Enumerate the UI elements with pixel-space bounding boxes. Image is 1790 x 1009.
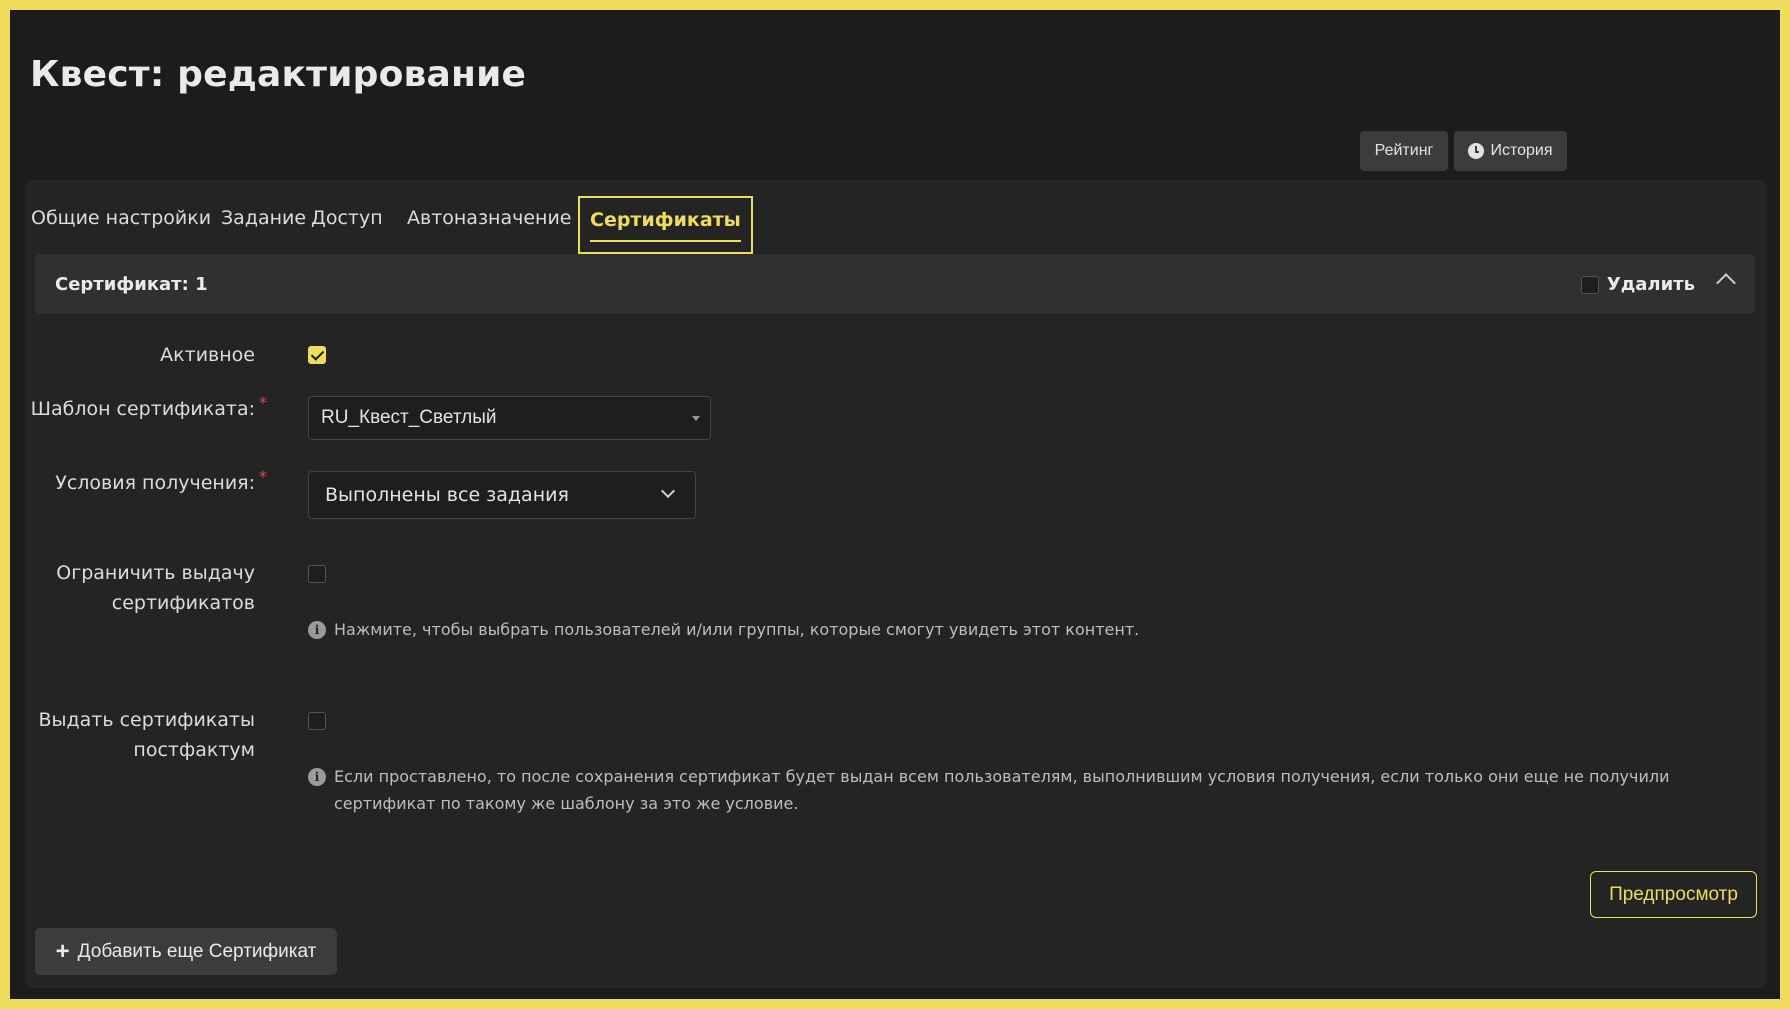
info-icon: i: [308, 768, 326, 786]
limit-label-line2: сертификатов: [111, 592, 255, 614]
limit-label-line1: Ограничить выдачу: [56, 562, 255, 584]
delete-label: Удалить: [1606, 274, 1695, 295]
add-certificate-label: Добавить еще Сертификат: [77, 940, 317, 962]
template-label: Шаблон сертификата: *: [30, 393, 267, 424]
delete-checkbox[interactable]: [1580, 275, 1599, 294]
conditions-label: Условия получения: *: [55, 467, 267, 498]
template-select-value: RU_Квест_Светлый: [321, 407, 497, 428]
certificate-header[interactable]: Сертификат: 1 Удалить: [35, 254, 1755, 314]
postfact-label-line1: Выдать сертификаты: [38, 709, 255, 731]
postfact-hint-text: Если проставлено, то после сохранения се…: [334, 767, 1670, 813]
tab-access[interactable]: Доступ: [311, 196, 383, 254]
tab-autoassign[interactable]: Автоназначение: [407, 196, 572, 254]
conditions-select[interactable]: Выполнены все задания: [308, 471, 696, 519]
limit-hint[interactable]: i Нажмите, чтобы выбрать пользователей и…: [308, 616, 1708, 643]
conditions-label-text: Условия получения:: [55, 472, 255, 494]
chevron-down-icon: [660, 483, 676, 499]
tab-certificates-label: Сертификаты: [590, 209, 741, 231]
limit-hint-text: Нажмите, чтобы выбрать пользователей и/и…: [334, 620, 1140, 639]
add-certificate-button[interactable]: + Добавить еще Сертификат: [35, 928, 337, 975]
preview-button-label: Предпросмотр: [1609, 883, 1738, 905]
certificate-title: Сертификат: 1: [55, 274, 208, 295]
limit-label: Ограничить выдачу сертификатов: [56, 558, 255, 618]
active-checkbox[interactable]: [308, 346, 326, 364]
postfact-checkbox[interactable]: [308, 712, 326, 730]
conditions-select-value: Выполнены все задания: [325, 484, 569, 506]
limit-checkbox[interactable]: [308, 565, 326, 583]
rating-button[interactable]: Рейтинг: [1360, 131, 1448, 171]
preview-button[interactable]: Предпросмотр: [1590, 871, 1757, 918]
page-title: Квест: редактирование: [30, 54, 527, 95]
postfact-hint: i Если проставлено, то после сохранения …: [308, 763, 1738, 817]
active-label: Активное: [160, 344, 255, 366]
history-button[interactable]: История: [1454, 131, 1567, 171]
settings-panel: Общие настройки Задание Доступ Автоназна…: [25, 180, 1767, 988]
postfact-label-line2: постфактум: [133, 739, 255, 761]
clock-icon: [1468, 143, 1485, 159]
tab-active-underline: [590, 240, 741, 242]
tab-general[interactable]: Общие настройки: [31, 196, 211, 254]
tab-certificates[interactable]: Сертификаты: [578, 196, 753, 254]
required-mark: *: [259, 393, 267, 412]
info-icon: i: [308, 621, 326, 639]
app-frame: Квест: редактирование Рейтинг История Об…: [10, 10, 1780, 999]
caret-down-icon: [692, 416, 700, 421]
template-label-text: Шаблон сертификата:: [30, 398, 255, 420]
chevron-up-icon[interactable]: [1716, 273, 1736, 293]
plus-icon: +: [55, 937, 70, 965]
tab-task[interactable]: Задание: [221, 196, 306, 254]
delete-toggle[interactable]: Удалить: [1580, 274, 1695, 295]
history-button-label: История: [1490, 142, 1553, 159]
postfact-label: Выдать сертификаты постфактум: [38, 705, 255, 765]
template-select[interactable]: RU_Квест_Светлый: [308, 396, 711, 440]
required-mark: *: [259, 467, 267, 486]
rating-button-label: Рейтинг: [1374, 142, 1434, 159]
